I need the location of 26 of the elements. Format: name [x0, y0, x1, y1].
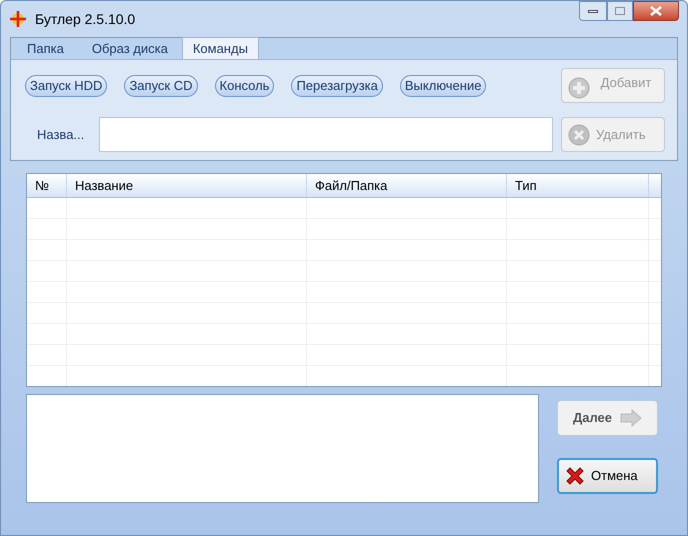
- command-button[interactable]: Запуск HDD: [25, 74, 108, 96]
- tab[interactable]: Команды: [182, 37, 259, 59]
- close-button[interactable]: [633, 1, 679, 21]
- close-icon: [568, 124, 590, 146]
- app-logo-icon: [9, 10, 27, 28]
- column-header[interactable]: №: [27, 174, 67, 197]
- maximize-icon: [615, 7, 625, 15]
- column-header[interactable]: Тип: [507, 174, 649, 197]
- minimize-button[interactable]: [579, 1, 607, 21]
- close-icon: [650, 6, 662, 16]
- log-text-area[interactable]: [26, 394, 539, 503]
- name-label: Назва...: [36, 126, 86, 144]
- tab[interactable]: Папка: [13, 39, 78, 59]
- column-header[interactable]: Название: [67, 174, 307, 197]
- command-button[interactable]: Запуск CD: [124, 74, 198, 96]
- plus-icon: [568, 77, 590, 99]
- command-button[interactable]: Перезагрузка: [291, 74, 383, 96]
- cancel-button[interactable]: Отмена: [557, 458, 658, 494]
- window-title: Бутлер 2.5.10.0: [35, 10, 136, 29]
- name-input-field[interactable]: [99, 117, 553, 152]
- arrow-right-icon: [620, 409, 642, 427]
- command-button[interactable]: Выключение: [400, 74, 486, 96]
- tab[interactable]: Образ диска: [78, 39, 182, 59]
- command-button[interactable]: Консоль: [214, 74, 274, 96]
- minimize-icon: [588, 10, 598, 12]
- column-header[interactable]: Файл/Папка: [307, 174, 507, 197]
